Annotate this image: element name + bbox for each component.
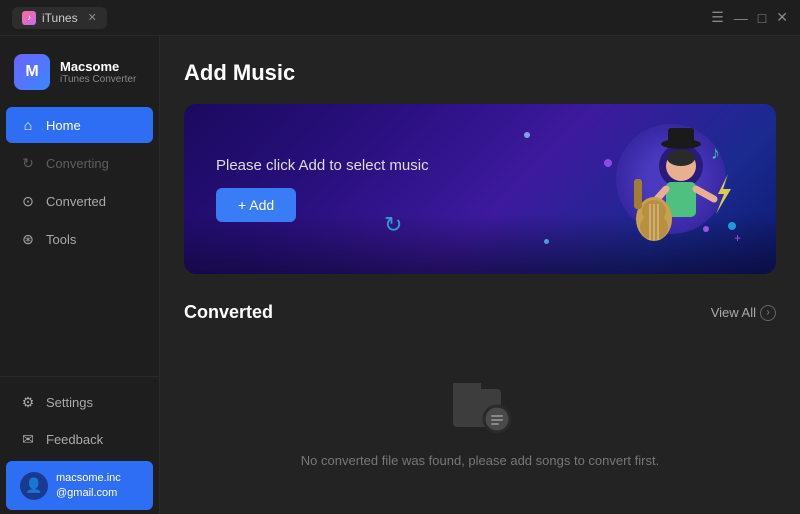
hero-description: Please click Add to select music bbox=[216, 157, 429, 174]
sidebar-item-home[interactable]: ⌂ Home bbox=[6, 107, 153, 143]
itunes-icon: ♪ bbox=[22, 11, 36, 25]
sidebar-item-tools-label: Tools bbox=[46, 232, 76, 247]
svg-text:+: + bbox=[734, 231, 741, 245]
sidebar-brand: M Macsome iTunes Converter bbox=[0, 44, 159, 106]
sidebar-item-tools[interactable]: ⊛ Tools bbox=[6, 221, 153, 257]
itunes-tab[interactable]: ♪ iTunes ✕ bbox=[12, 7, 107, 29]
sidebar-item-converted-label: Converted bbox=[46, 194, 106, 209]
maximize-button[interactable]: □ bbox=[758, 10, 766, 26]
main-layout: M Macsome iTunes Converter ⌂ Home ↻ Conv… bbox=[0, 36, 800, 514]
svg-text:♪: ♪ bbox=[711, 143, 720, 163]
sidebar-item-converting: ↻ Converting bbox=[6, 145, 153, 181]
brand-subtitle: iTunes Converter bbox=[60, 74, 136, 85]
close-button[interactable]: ✕ bbox=[776, 9, 788, 26]
user-email: macsome.inc @gmail.com bbox=[56, 471, 121, 500]
minimize-button[interactable]: — bbox=[734, 10, 748, 26]
decoration-dot-1 bbox=[524, 132, 530, 138]
sidebar: M Macsome iTunes Converter ⌂ Home ↻ Conv… bbox=[0, 36, 160, 514]
sidebar-item-settings[interactable]: ⚙ Settings bbox=[6, 384, 153, 420]
empty-file-icon bbox=[445, 369, 515, 439]
itunes-tab-label: iTunes bbox=[42, 11, 78, 25]
converted-icon: ⊙ bbox=[20, 193, 36, 209]
avatar: 👤 bbox=[20, 472, 48, 500]
hero-text-area: Please click Add to select music + Add bbox=[216, 157, 429, 222]
empty-icon bbox=[445, 369, 515, 439]
decoration-dot-3 bbox=[544, 239, 549, 244]
sidebar-item-converted[interactable]: ⊙ Converted bbox=[6, 183, 153, 219]
sidebar-item-settings-label: Settings bbox=[46, 395, 93, 410]
brand-logo: M bbox=[14, 54, 50, 90]
settings-icon: ⚙ bbox=[20, 394, 36, 410]
hero-illustration: ♪ + bbox=[586, 114, 746, 264]
title-bar: ♪ iTunes ✕ ☰ — □ ✕ bbox=[0, 0, 800, 36]
sidebar-item-converting-label: Converting bbox=[46, 156, 109, 171]
view-all-button[interactable]: View All › bbox=[711, 305, 776, 321]
window-controls: ☰ — □ ✕ bbox=[711, 9, 788, 26]
home-icon: ⌂ bbox=[20, 117, 36, 133]
user-account[interactable]: 👤 macsome.inc @gmail.com bbox=[6, 461, 153, 510]
empty-state: No converted file was found, please add … bbox=[184, 339, 776, 478]
feedback-icon: ✉ bbox=[20, 431, 36, 447]
add-music-button[interactable]: + Add bbox=[216, 188, 296, 222]
menu-button[interactable]: ☰ bbox=[711, 9, 724, 26]
converted-section-header: Converted View All › bbox=[184, 302, 776, 323]
converted-section-title: Converted bbox=[184, 302, 273, 323]
tab-close-icon[interactable]: ✕ bbox=[88, 11, 97, 24]
brand-name: Macsome bbox=[60, 59, 136, 74]
empty-message: No converted file was found, please add … bbox=[301, 453, 659, 468]
sidebar-item-feedback[interactable]: ✉ Feedback bbox=[6, 421, 153, 457]
title-bar-left: ♪ iTunes ✕ bbox=[12, 7, 107, 29]
page-title: Add Music bbox=[184, 60, 776, 86]
view-all-label: View All bbox=[711, 305, 756, 320]
content-area: Add Music ↻ Please click Add to select m… bbox=[160, 36, 800, 514]
tools-icon: ⊛ bbox=[20, 231, 36, 247]
sidebar-bottom: ⚙ Settings ✉ Feedback 👤 macsome.inc @gma… bbox=[0, 376, 159, 514]
sidebar-item-home-label: Home bbox=[46, 118, 81, 133]
hero-banner: ↻ Please click Add to select music + Add bbox=[184, 104, 776, 274]
character-svg: ♪ + bbox=[606, 114, 746, 259]
sidebar-item-feedback-label: Feedback bbox=[46, 432, 103, 447]
brand-text: Macsome iTunes Converter bbox=[60, 59, 136, 85]
view-all-arrow-icon: › bbox=[760, 305, 776, 321]
converting-icon: ↻ bbox=[20, 155, 36, 171]
